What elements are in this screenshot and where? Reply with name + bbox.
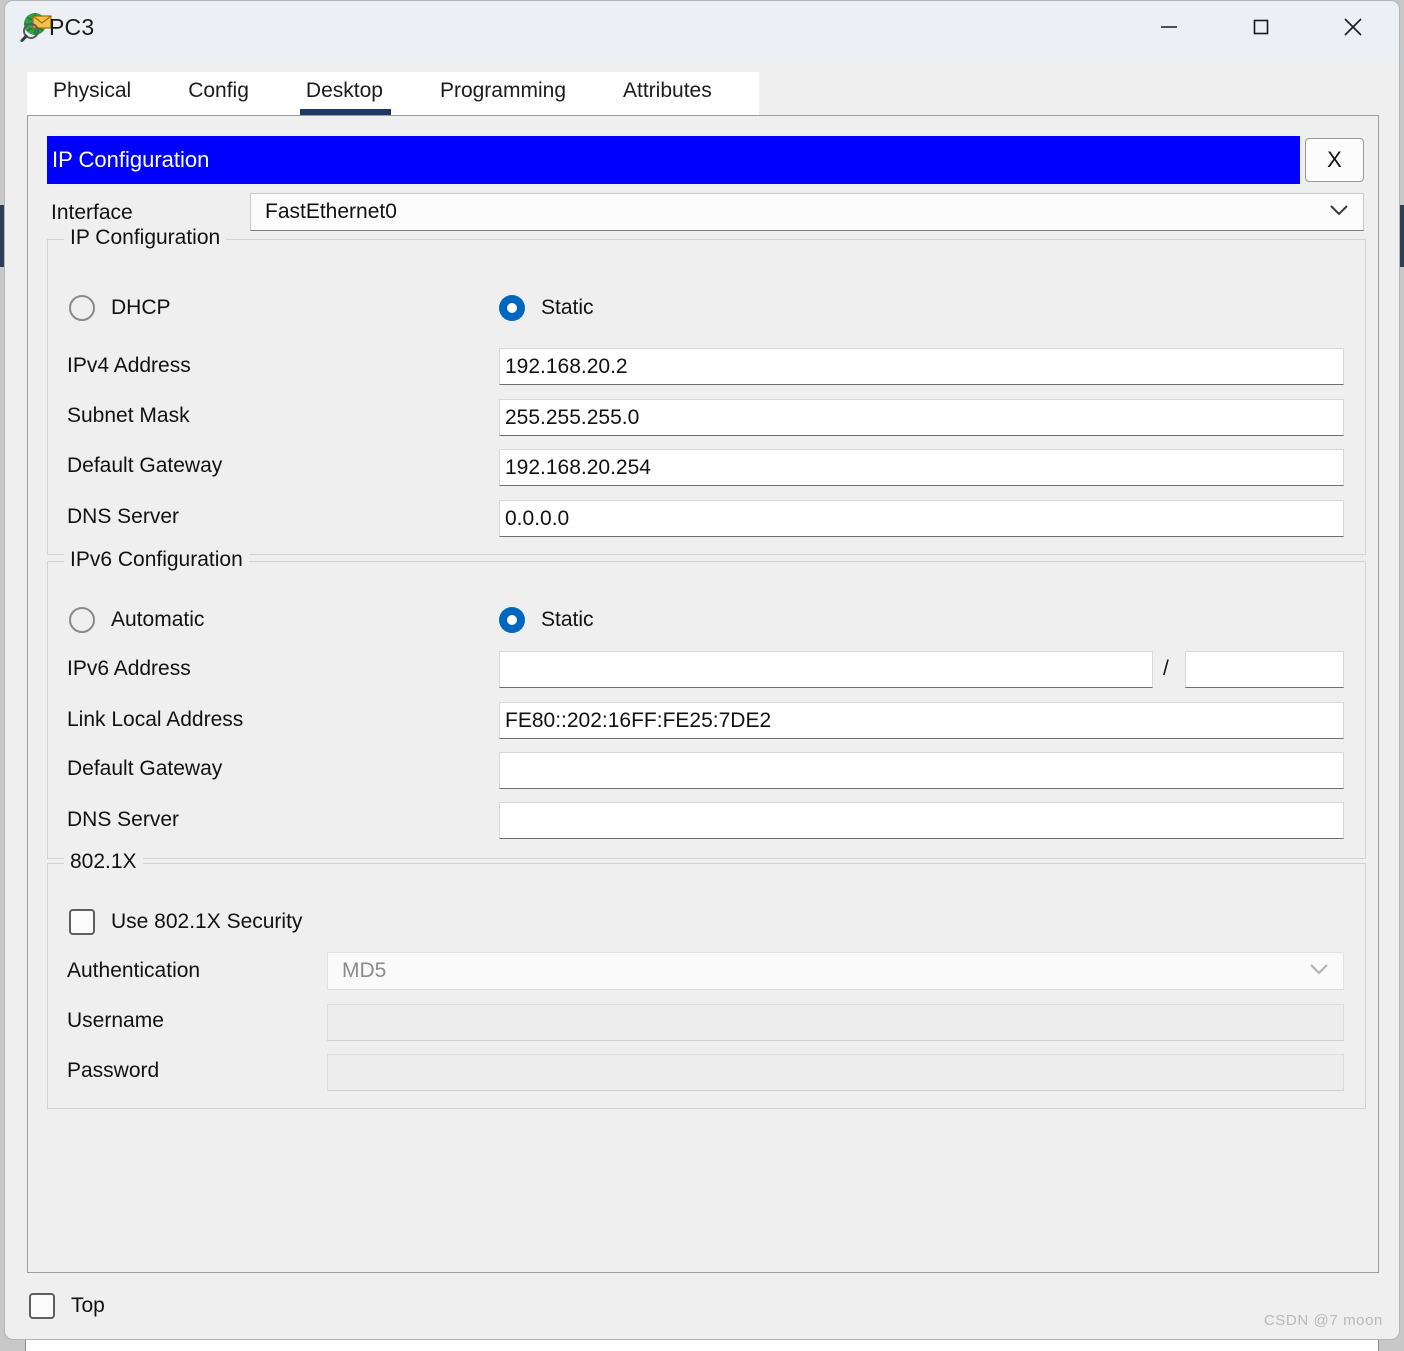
ipv6-static-radio[interactable]: Static [499, 607, 594, 633]
interface-select[interactable]: FastEthernet0 [250, 193, 1364, 231]
close-app-button[interactable]: X [1305, 138, 1364, 182]
tab-desktop[interactable]: Desktop [299, 79, 392, 116]
ipv6-default-gateway-label: Default Gateway [67, 757, 223, 780]
authentication-select-value: MD5 [342, 959, 387, 982]
ipv4-dns-server-value: 0.0.0.0 [505, 506, 570, 530]
checkbox-unchecked-icon [29, 1293, 55, 1319]
ipv6-group-title: IPv6 Configuration [64, 548, 249, 572]
ipv4-dns-server-label: DNS Server [67, 505, 180, 528]
ipv4-default-gateway-label: Default Gateway [67, 454, 223, 477]
top-checkbox-label: Top [71, 1294, 105, 1317]
tab-attributes-label: Attributes [623, 79, 712, 102]
tab-programming-label: Programming [439, 79, 566, 102]
use-dot1x-security-label: Use 802.1X Security [111, 910, 303, 933]
tab-config-label: Config [188, 79, 249, 102]
ipv6-automatic-label: Automatic [111, 608, 205, 631]
top-checkbox[interactable]: Top [29, 1293, 105, 1319]
radio-selected-icon [499, 607, 525, 633]
use-dot1x-security-checkbox[interactable]: Use 802.1X Security [69, 909, 302, 935]
subnet-mask-value: 255.255.255.0 [505, 405, 640, 429]
subnet-mask-input[interactable]: 255.255.255.0 [499, 399, 1344, 436]
ipv4-default-gateway-value: 192.168.20.254 [505, 455, 651, 479]
tab-strip: Physical Config Desktop Programming Attr… [27, 72, 759, 116]
ip-configuration-header-title: IP Configuration [52, 147, 210, 172]
window-controls [1123, 1, 1399, 58]
ipv4-static-label: Static [541, 296, 594, 319]
dot1x-group-title: 802.1X [64, 850, 143, 874]
ipv4-dhcp-radio[interactable]: DHCP [69, 295, 171, 321]
link-local-address-input[interactable]: FE80::202:16FF:FE25:7DE2 [499, 702, 1344, 739]
minimize-button[interactable] [1123, 1, 1215, 58]
watermark: CSDN @7 moon [1263, 1312, 1383, 1329]
ipv4-dhcp-label: DHCP [111, 296, 171, 319]
subnet-mask-label: Subnet Mask [67, 404, 190, 427]
authentication-select[interactable]: MD5 [327, 952, 1344, 990]
tab-physical[interactable]: Physical [53, 79, 131, 116]
close-icon [1341, 15, 1365, 44]
chevron-down-icon [1329, 203, 1349, 221]
close-window-button[interactable] [1307, 1, 1399, 58]
ipv4-address-label: IPv4 Address [67, 354, 191, 377]
maximize-button[interactable] [1215, 1, 1307, 58]
ip-configuration-header: IP Configuration [47, 136, 1300, 184]
ipv4-address-input[interactable]: 192.168.20.2 [499, 348, 1344, 385]
chevron-down-icon [1309, 962, 1329, 980]
ipv6-static-label: Static [541, 608, 594, 631]
ipv6-automatic-radio[interactable]: Automatic [69, 607, 204, 633]
ipv6-address-label: IPv6 Address [67, 657, 191, 680]
dot1x-password-input[interactable] [327, 1054, 1344, 1091]
dot1x-password-label: Password [67, 1059, 160, 1082]
ipv6-dns-server-label: DNS Server [67, 808, 180, 831]
tab-physical-label: Physical [53, 79, 132, 102]
ipv6-prefix-separator: / [1163, 657, 1169, 680]
checkbox-unchecked-icon [69, 909, 95, 935]
ipv4-static-radio[interactable]: Static [499, 295, 594, 321]
ipv6-address-input[interactable] [499, 651, 1153, 688]
interface-select-value: FastEthernet0 [265, 200, 397, 223]
tab-attributes[interactable]: Attributes [623, 79, 712, 116]
link-local-address-label: Link Local Address [67, 708, 244, 731]
ipv4-address-value: 192.168.20.2 [505, 354, 628, 378]
window-title: PC3 [49, 14, 95, 40]
radio-unselected-icon [69, 607, 95, 633]
link-local-address-value: FE80::202:16FF:FE25:7DE2 [505, 708, 772, 732]
dot1x-username-input[interactable] [327, 1004, 1344, 1041]
tab-config[interactable]: Config [188, 79, 249, 116]
ipv6-default-gateway-input[interactable] [499, 752, 1344, 789]
dot1x-username-label: Username [67, 1009, 164, 1032]
minimize-icon [1158, 16, 1180, 43]
ipv4-default-gateway-input[interactable]: 192.168.20.254 [499, 449, 1344, 486]
tab-desktop-label: Desktop [305, 79, 383, 102]
radio-unselected-icon [69, 295, 95, 321]
pc-device-window: PC3 Physical Config Desktop Programming … [4, 0, 1400, 1340]
ipv6-prefix-length-input[interactable] [1185, 651, 1344, 688]
window-titlebar: PC3 [5, 1, 1399, 58]
tab-programming[interactable]: Programming [440, 79, 566, 116]
interface-label: Interface [51, 201, 133, 224]
ipv4-group-title: IP Configuration [64, 226, 227, 250]
ipv4-dns-server-input[interactable]: 0.0.0.0 [499, 500, 1344, 537]
authentication-label: Authentication [67, 959, 201, 982]
radio-selected-icon [499, 295, 525, 321]
ipv6-dns-server-input[interactable] [499, 802, 1344, 839]
maximize-icon [1250, 16, 1272, 43]
